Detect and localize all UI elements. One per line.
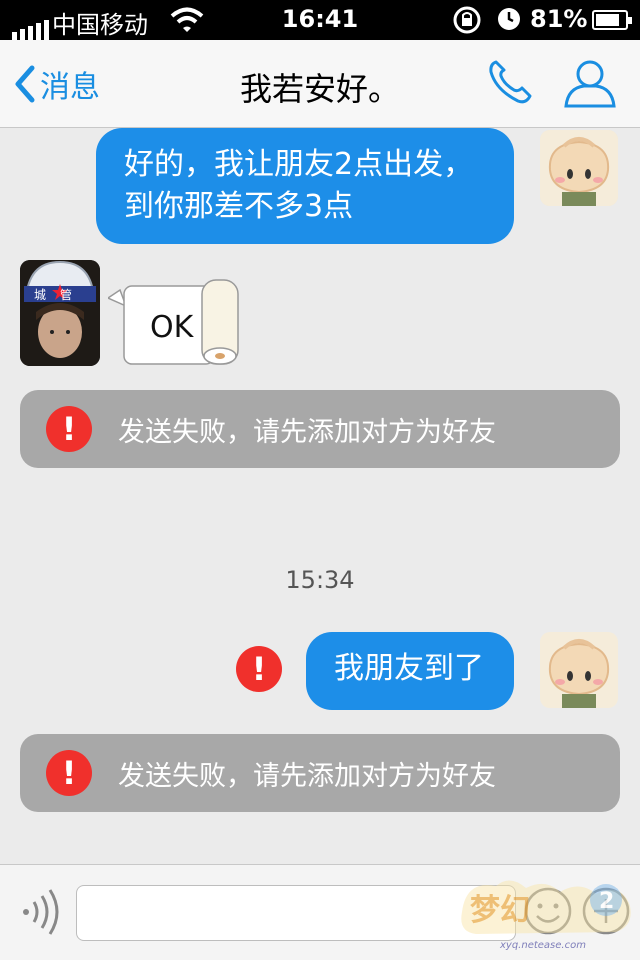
voice-icon: [23, 889, 59, 935]
profile-button[interactable]: [562, 58, 618, 110]
error-icon: !: [46, 750, 92, 796]
message-timestamp: 15:34: [285, 566, 355, 594]
message-line: 到你那差不多3点: [124, 189, 354, 224]
page-title: 我若安好。: [239, 70, 400, 108]
status-bar: 中国移动 16:41 81%: [0, 0, 640, 40]
avatar-self[interactable]: [540, 130, 618, 206]
nav-bar: 消息 我若安好。: [0, 40, 640, 128]
error-icon: !: [46, 406, 92, 452]
battery-charging-icon: [592, 10, 632, 30]
battery-percent: 81%: [530, 5, 588, 33]
sticker-text: OK: [150, 310, 194, 345]
alarm-icon: [496, 6, 522, 38]
watermark-logo: 梦幻 2 xyq.netease.com: [456, 872, 636, 956]
watermark-url: xyq.netease.com: [500, 940, 586, 951]
person-icon: [564, 60, 616, 108]
avatar-self[interactable]: [540, 632, 618, 708]
message-bubble-outgoing[interactable]: 我朋友到了: [306, 632, 514, 710]
rotation-lock-icon: [452, 6, 482, 40]
notice-text: 发送失败，请先添加对方为好友: [118, 417, 496, 448]
avatar-contact[interactable]: 城管: [20, 260, 100, 366]
message-line: 好的，我让朋友2点出发，: [124, 147, 474, 182]
phone-icon: [489, 60, 532, 104]
call-button[interactable]: [486, 58, 534, 106]
sticker-ok[interactable]: OK: [106, 276, 242, 368]
avatar-badge-text: 城管: [34, 288, 87, 302]
message-input[interactable]: [76, 885, 516, 941]
message-line: 我朋友到了: [334, 651, 484, 686]
message-bubble-outgoing[interactable]: 好的，我让朋友2点出发， 到你那差不多3点: [96, 128, 514, 244]
resend-button[interactable]: !: [236, 646, 282, 692]
send-failed-notice: ! 发送失败，请先添加对方为好友: [20, 734, 620, 812]
voice-button[interactable]: [18, 887, 62, 937]
svg-text:2: 2: [599, 889, 614, 914]
send-failed-notice: ! 发送失败，请先添加对方为好友: [20, 390, 620, 468]
notice-text: 发送失败，请先添加对方为好友: [118, 761, 496, 792]
svg-text:梦幻: 梦幻: [470, 893, 530, 928]
